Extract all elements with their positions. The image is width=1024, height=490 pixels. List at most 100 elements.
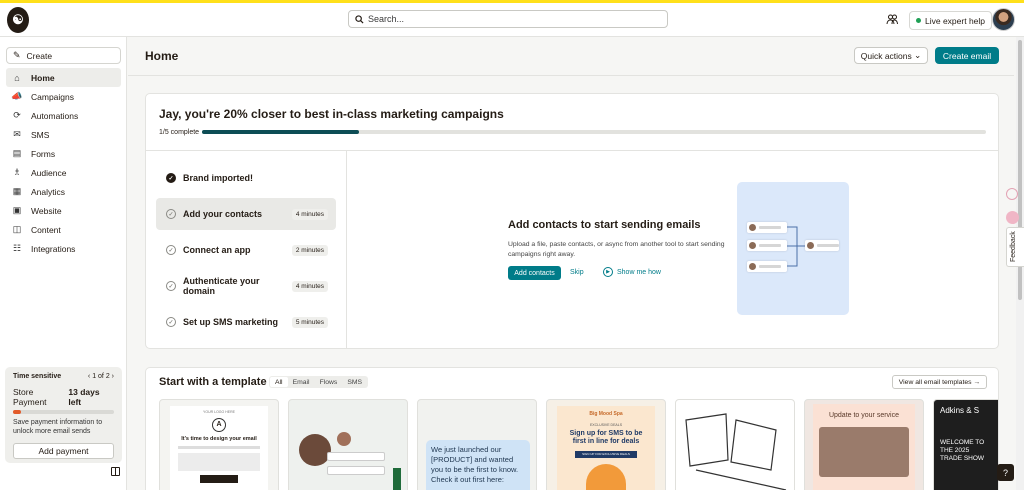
sidebar-item-integrations[interactable]: ☷ Integrations — [6, 239, 121, 258]
quick-actions-button[interactable]: Quick actions ⌄ — [854, 47, 928, 64]
show-me-how-label: Show me how — [617, 268, 661, 276]
step-sms-marketing[interactable]: ✓ Set up SMS marketing 5 minutes — [156, 306, 336, 338]
check-circle-icon: ✓ — [166, 209, 176, 219]
top-bar: ☯ Live expert help — [0, 0, 1024, 37]
show-me-how-link[interactable]: ▶ Show me how — [603, 267, 661, 277]
progress-count: 1/5 complete — [159, 129, 200, 136]
view-all-label: View all email templates — [898, 378, 972, 386]
sidebar-item-label: Analytics — [31, 186, 66, 197]
header-divider — [128, 75, 1014, 76]
template-headline: It's time to design your email — [181, 436, 257, 442]
template-logo-text: YOUR LOGO HERE — [203, 410, 235, 414]
search-box[interactable] — [348, 10, 668, 28]
sidebar-item-sms[interactable]: ✉ SMS — [6, 125, 121, 144]
website-icon: ▣ — [12, 205, 22, 215]
sidebar-item-automations[interactable]: ⟳ Automations — [6, 106, 121, 125]
main-content: Home Quick actions ⌄ Create email Jay, y… — [128, 37, 1014, 490]
skip-link[interactable]: Skip — [570, 269, 584, 276]
sidebar-item-website[interactable]: ▣ Website — [6, 201, 121, 220]
step-label: Connect an app — [183, 245, 251, 255]
template-brand: Big Mood Spa — [589, 411, 623, 417]
progress-bar-fill — [202, 130, 359, 134]
days-left-progress-fill — [13, 410, 22, 414]
page-title: Home — [145, 49, 179, 63]
search-input[interactable] — [368, 14, 648, 24]
sidebar-item-analytics[interactable]: ▦ Analytics — [6, 182, 121, 201]
template-card-sketch[interactable] — [675, 399, 795, 490]
people-icon[interactable] — [886, 13, 898, 25]
automation-icon: ⟳ — [13, 110, 21, 120]
step-label: Set up SMS marketing — [183, 317, 279, 327]
feedback-tab[interactable]: Feedback — [1006, 227, 1024, 267]
analytics-icon: ▦ — [12, 186, 22, 196]
tab-all[interactable]: All — [270, 377, 288, 387]
template-card-design-email[interactable]: YOUR LOGO HERE A It's time to design you… — [159, 399, 279, 490]
templates-title: Start with a template — [159, 376, 267, 388]
forms-icon: ▤ — [12, 148, 22, 158]
template-brand: Adkins & S — [940, 406, 980, 415]
online-status-dot — [916, 18, 921, 23]
sidebar-item-label: SMS — [31, 129, 50, 140]
step-duration: 4 minutes — [291, 208, 328, 220]
template-card-spa[interactable]: Big Mood Spa EXCLUSIVE DEALS Sign up for… — [546, 399, 666, 490]
tab-sms[interactable]: SMS — [342, 377, 367, 387]
template-card-launch[interactable]: We just launched our [PRODUCT] and wante… — [417, 399, 537, 490]
sketch-illustration-icon — [685, 413, 787, 490]
check-circle-icon: ✓ — [166, 281, 176, 291]
view-all-templates-button[interactable]: View all email templates → — [892, 375, 987, 389]
template-card-trade-show[interactable]: Adkins & S WELCOME TO THE 2025 TRADE SHO… — [933, 399, 998, 490]
step-brand-imported[interactable]: ✓ Brand imported! — [156, 162, 336, 194]
sidebar-item-label: Content — [31, 224, 61, 235]
days-left-label: 13 days left — [68, 387, 100, 407]
tab-email[interactable]: Email — [288, 377, 315, 387]
user-avatar[interactable] — [992, 8, 1015, 31]
help-button[interactable]: ? — [997, 464, 1014, 481]
step-label: Brand imported! — [183, 173, 254, 183]
contact-node — [747, 222, 787, 233]
assistant-icon[interactable] — [1006, 211, 1019, 224]
template-card-flow[interactable] — [288, 399, 408, 490]
store-payment-description: Save payment information to unlock more … — [13, 419, 103, 436]
mailchimp-logo-icon[interactable]: ☯ — [7, 7, 29, 33]
template-headline: Update to your service — [828, 412, 900, 419]
contact-node — [747, 261, 787, 272]
sidebar-item-campaigns[interactable]: 📣 Campaigns — [6, 87, 121, 106]
time-sensitive-pager[interactable]: ‹ 1 of 2 › — [88, 373, 114, 380]
sidebar-item-label: Automations — [31, 110, 79, 121]
step-label: Add your contacts — [183, 209, 263, 219]
step-connect-app[interactable]: ✓ Connect an app 2 minutes — [156, 234, 336, 266]
sidebar-item-audience[interactable]: ♗ Audience — [6, 163, 121, 182]
template-headline: WELCOME TO THE 2025 TRADE SHOW — [940, 439, 985, 462]
sidebar-item-home[interactable]: ⌂ Home — [6, 68, 121, 87]
template-card-service[interactable]: Update to your service — [804, 399, 924, 490]
sms-icon: ✉ — [13, 129, 21, 139]
store-payment-title: Store Payment — [13, 387, 47, 407]
create-email-button[interactable]: Create email — [935, 47, 999, 64]
progress-divider — [146, 150, 998, 151]
step-add-contacts[interactable]: ✓ Add your contacts 4 minutes — [156, 198, 336, 230]
collapse-sidebar-icon[interactable] — [111, 467, 120, 476]
sidebar-item-label: Campaigns — [31, 91, 74, 102]
step-authenticate-domain[interactable]: ✓ Authenticate your domain 4 minutes — [156, 270, 336, 302]
add-contacts-button[interactable]: Add contacts — [508, 266, 561, 280]
pencil-icon: ✎ — [13, 50, 21, 60]
gift-icon[interactable] — [1006, 188, 1018, 200]
play-icon: ▶ — [603, 267, 613, 277]
create-label: Create — [26, 50, 53, 61]
template-kicker: EXCLUSIVE DEALS — [589, 423, 623, 427]
create-button[interactable]: ✎ Create — [6, 47, 121, 64]
step-duration: 5 minutes — [291, 316, 328, 328]
check-icon: ✓ — [166, 173, 176, 183]
contacts-illustration — [737, 182, 849, 315]
step-duration: 4 minutes — [291, 280, 328, 292]
onboarding-steps: ✓ Brand imported! ✓ Add your contacts 4 min… — [156, 162, 336, 342]
sidebar-item-forms[interactable]: ▤ Forms — [6, 144, 121, 163]
contact-node — [747, 240, 787, 251]
sidebar-item-content[interactable]: ◫ Content — [6, 220, 121, 239]
quick-actions-label: Quick actions — [860, 50, 912, 61]
template-tabs: All Email Flows SMS — [269, 376, 369, 388]
live-expert-help-button[interactable]: Live expert help — [909, 11, 993, 30]
sidebar-item-label: Forms — [31, 148, 56, 159]
add-payment-button[interactable]: Add payment — [13, 442, 114, 459]
tab-flows[interactable]: Flows — [315, 377, 343, 387]
